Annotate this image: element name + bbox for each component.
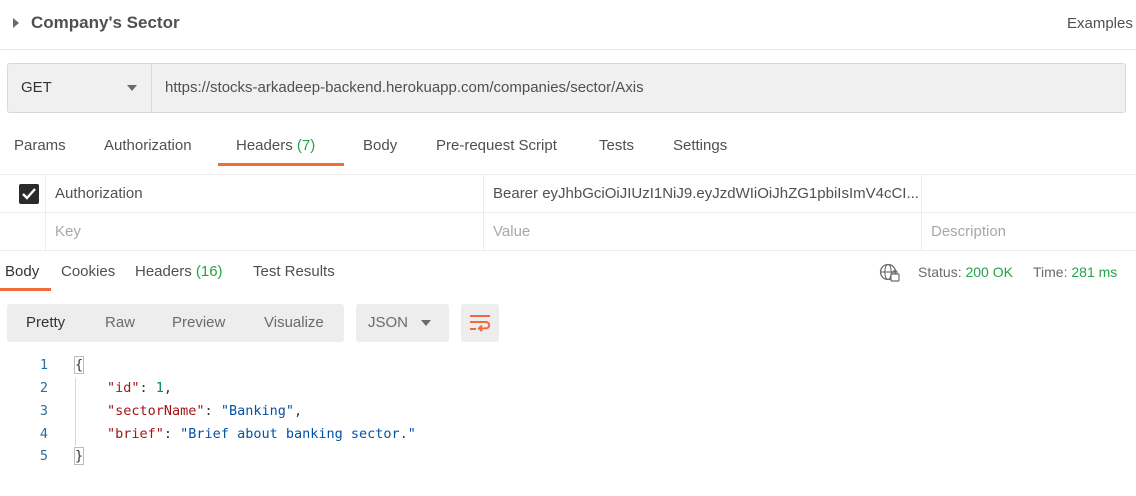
line-number: 2 [39, 380, 48, 396]
collapse-caret-icon[interactable] [13, 18, 19, 28]
format-label: JSON [368, 314, 409, 331]
header-key: Authorization [55, 185, 143, 202]
open-brace: { [74, 356, 85, 374]
time-label: Time: [1033, 264, 1068, 280]
json-key: "id" [107, 380, 140, 396]
new-key-input[interactable]: Key [45, 213, 483, 251]
view-preview-button[interactable]: Preview [172, 314, 225, 331]
tab-tests[interactable]: Tests [599, 137, 634, 154]
tab-settings[interactable]: Settings [673, 137, 727, 154]
tab-body[interactable]: Body [363, 137, 397, 154]
tab-authorization[interactable]: Authorization [104, 137, 192, 154]
request-title-bar: Company's Sector Examples [0, 0, 1136, 50]
response-body-viewer[interactable]: 1 2 3 4 5 { "id": 1, "sectorName": "Bank… [0, 354, 1136, 474]
method-select[interactable]: GET [8, 64, 152, 112]
examples-link[interactable]: Examples [1067, 15, 1133, 32]
code-line: "sectorName": "Banking", [107, 403, 303, 419]
header-key-cell[interactable]: Authorization [45, 175, 483, 213]
url-input[interactable]: https://stocks-arkadeep-backend.herokuap… [165, 79, 644, 96]
line-number: 5 [39, 448, 48, 464]
chevron-down-icon [421, 320, 431, 326]
new-description-input[interactable]: Description [921, 213, 1136, 251]
table-row: Authorization Bearer eyJhbGciOiJIUzI1NiJ… [0, 175, 1136, 213]
request-tabs: Params Authorization Headers (7) Body Pr… [0, 128, 1136, 168]
json-value: "Brief about banking sector." [180, 426, 416, 442]
chevron-down-icon [127, 85, 137, 91]
time-readout: Time: 281 ms [1033, 264, 1117, 280]
json-key: "sectorName" [107, 403, 205, 419]
response-tab-body[interactable]: Body [5, 263, 39, 280]
tab-headers[interactable]: Headers (7) [236, 137, 315, 154]
wrap-lines-button[interactable] [461, 304, 499, 342]
new-value-input[interactable]: Value [483, 213, 921, 251]
view-pretty-button[interactable]: Pretty [26, 314, 65, 331]
globe-network-icon[interactable] [879, 263, 901, 283]
active-tab-indicator [218, 163, 344, 166]
view-visualize-button[interactable]: Visualize [264, 314, 324, 331]
header-description-cell[interactable] [921, 175, 1136, 213]
description-placeholder: Description [931, 223, 1007, 240]
json-value: "Banking" [220, 403, 294, 419]
format-select[interactable]: JSON [356, 304, 449, 342]
value-placeholder: Value [493, 223, 531, 240]
header-enabled-checkbox[interactable] [19, 184, 39, 204]
code-line: "brief": "Brief about banking sector." [107, 426, 416, 442]
response-tab-headers[interactable]: Headers (16) [135, 263, 223, 280]
code-line: { [74, 356, 85, 374]
status-label: Status: [918, 264, 962, 280]
close-brace: } [74, 447, 85, 465]
line-number: 4 [39, 426, 48, 442]
tab-pre-request-script[interactable]: Pre-request Script [436, 137, 557, 154]
request-title[interactable]: Company's Sector [31, 13, 180, 33]
response-headers-count: (16) [195, 263, 223, 280]
header-value-cell[interactable]: Bearer eyJhbGciOiJIUzI1NiJ9.eyJzdWIiOiJh… [483, 175, 921, 213]
code-line: "id": 1, [107, 380, 173, 396]
response-headers-label: Headers [135, 263, 192, 280]
url-bar: GET https://stocks-arkadeep-backend.hero… [7, 63, 1126, 113]
json-value: 1 [155, 380, 164, 396]
response-tab-test-results[interactable]: Test Results [253, 263, 335, 280]
json-key: "brief" [107, 426, 164, 442]
status-value[interactable]: 200 OK [965, 264, 1012, 280]
response-tabs: Body Cookies Headers (16) Test Results S… [0, 253, 1136, 293]
line-number: 3 [39, 403, 48, 419]
view-mode-group: Pretty Raw Preview Visualize [7, 304, 344, 342]
tab-headers-count: (7) [296, 137, 316, 154]
status-readout: Status: 200 OK [918, 264, 1013, 280]
active-response-tab-indicator [0, 288, 51, 291]
tab-headers-label: Headers [236, 137, 293, 154]
table-row-new: Key Value Description [0, 213, 1136, 251]
time-value[interactable]: 281 ms [1071, 264, 1117, 280]
tab-params[interactable]: Params [14, 137, 66, 154]
line-number: 1 [39, 357, 48, 373]
headers-table: Authorization Bearer eyJhbGciOiJIUzI1NiJ… [0, 174, 1136, 252]
code-line: } [74, 447, 85, 465]
header-value: Bearer eyJhbGciOiJIUzI1NiJ9.eyJzdWIiOiJh… [493, 185, 919, 202]
view-raw-button[interactable]: Raw [105, 314, 135, 331]
key-placeholder: Key [55, 223, 81, 240]
wrap-lines-icon [470, 315, 491, 332]
response-tab-cookies[interactable]: Cookies [61, 263, 115, 280]
check-icon [22, 188, 36, 200]
method-label: GET [21, 79, 52, 96]
